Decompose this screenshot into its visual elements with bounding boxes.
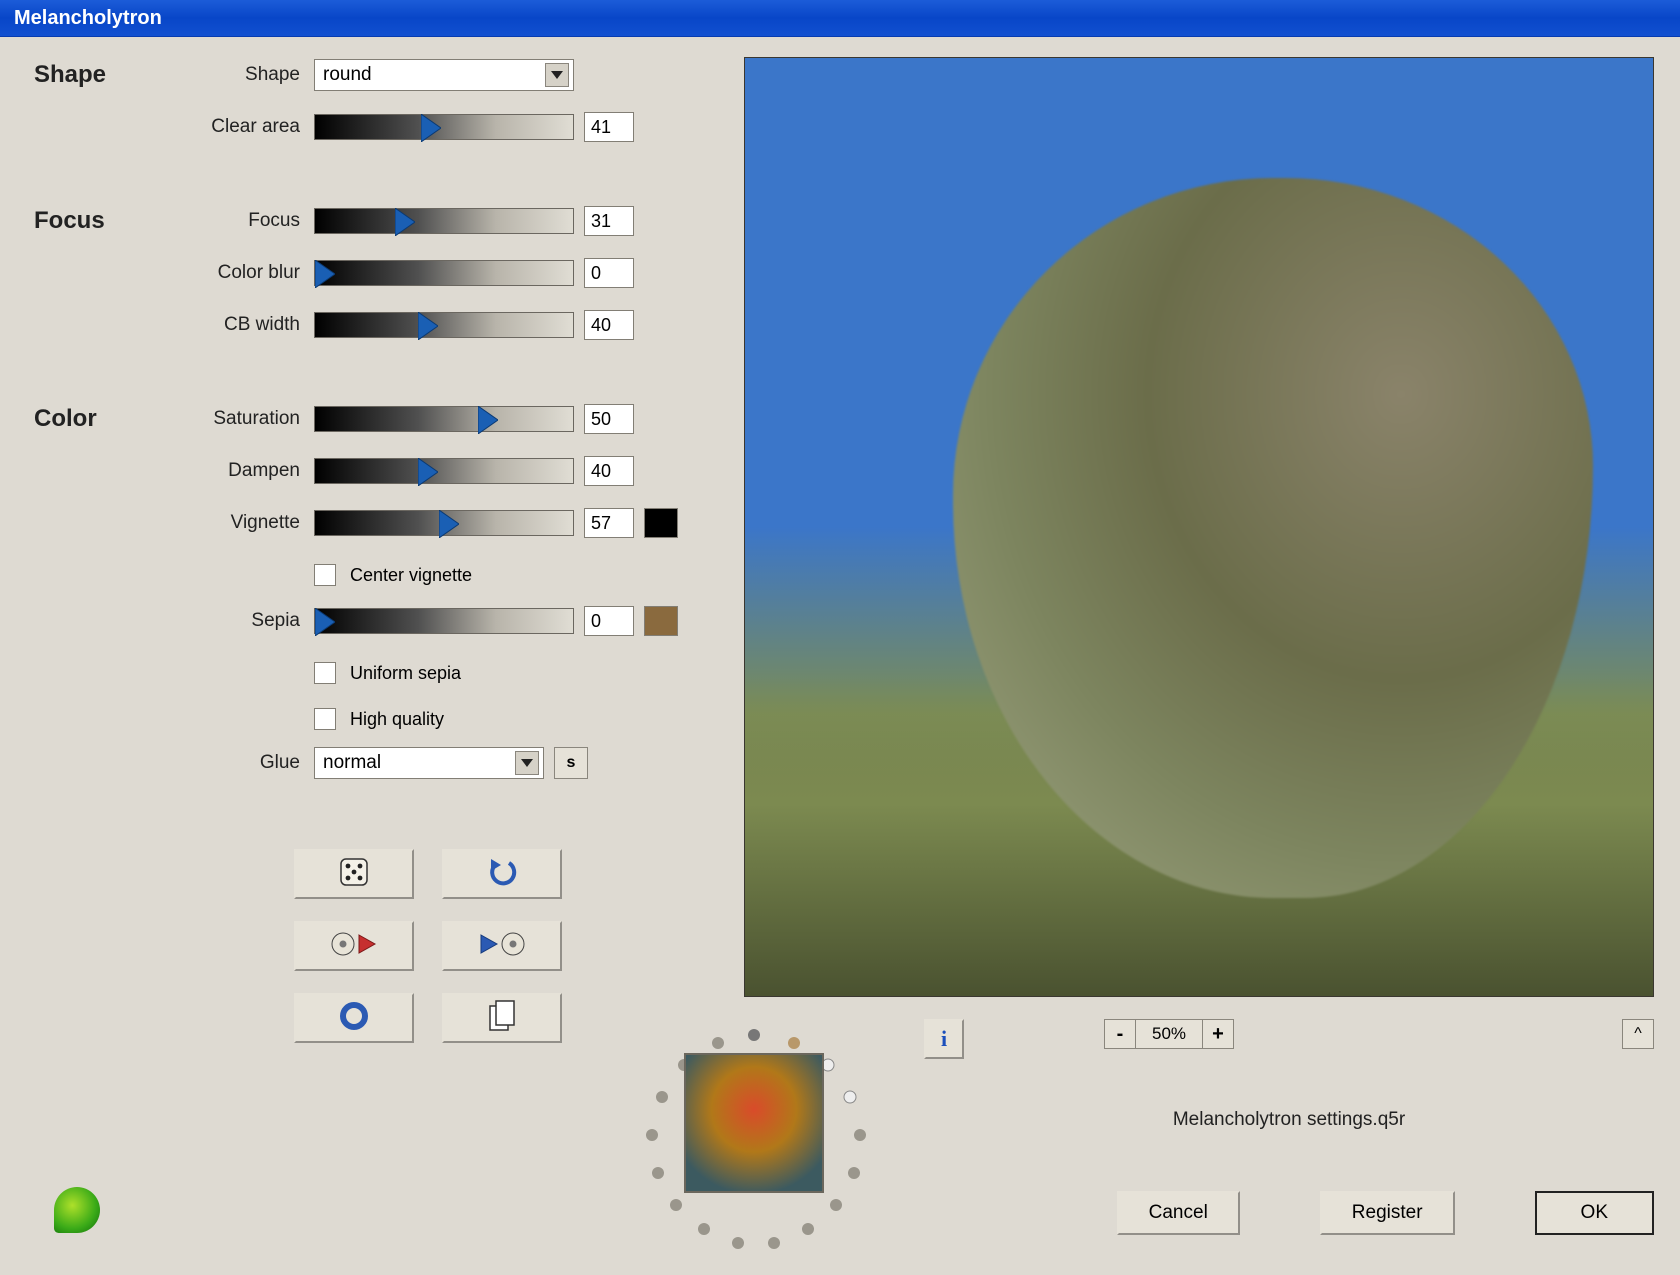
label-saturation: Saturation [174,408,314,430]
random-button[interactable] [294,849,414,899]
slider-thumb-icon[interactable] [395,208,415,236]
group-focus: Focus Focus Color blur [34,203,714,359]
settings-filename: Melancholytron settings.q5r [1173,1109,1405,1130]
label-glue: Glue [174,752,314,774]
bottom-controls: i - 50% + ^ Melancholytron settings.q5r [744,1015,1654,1255]
input-clear-area[interactable] [584,112,634,142]
zoom-control: - 50% + [1104,1019,1234,1049]
glue-s-button[interactable]: s [554,747,588,779]
preview-image[interactable] [744,57,1654,997]
label-sepia: Sepia [174,610,314,632]
slider-clear-area[interactable] [314,114,574,140]
input-saturation[interactable] [584,404,634,434]
label-dampen: Dampen [174,460,314,482]
label-cb-width: CB width [174,314,314,336]
play-cd-button[interactable] [442,921,562,971]
label-uniform-sepia: Uniform sepia [350,663,461,684]
slider-dampen[interactable] [314,458,574,484]
info-button[interactable]: i [924,1019,964,1059]
play-cd-icon [477,929,527,964]
chevron-down-icon[interactable] [515,751,539,775]
slider-cb-width[interactable] [314,312,574,338]
preview-pane: i - 50% + ^ Melancholytron settings.q5r [744,57,1654,1255]
heading-shape: Shape [34,61,174,89]
label-high-quality: High quality [350,709,444,730]
cancel-button[interactable]: Cancel [1117,1191,1240,1235]
slider-thumb-icon[interactable] [421,114,441,142]
heading-focus: Focus [34,207,174,235]
slider-thumb-icon[interactable] [418,312,438,340]
input-cb-width[interactable] [584,310,634,340]
label-vignette: Vignette [174,512,314,534]
label-center-vignette: Center vignette [350,565,472,586]
app-logo-icon [54,1187,100,1233]
heading-color: Color [34,405,174,433]
slider-color-blur[interactable] [314,260,574,286]
label-shape: Shape [174,64,314,86]
thumbnail-ring [624,1015,884,1255]
input-dampen[interactable] [584,456,634,486]
group-color: Color Saturation Dampen [34,401,714,779]
record-button[interactable] [294,993,414,1043]
controls-pane: Shape Shape round Clear area [34,57,714,1255]
ok-button[interactable]: OK [1535,1191,1654,1235]
zoom-out-button[interactable]: - [1104,1019,1136,1049]
slider-saturation[interactable] [314,406,574,432]
tool-buttons [294,849,714,1043]
slider-sepia[interactable] [314,608,574,634]
input-sepia[interactable] [584,606,634,636]
copy-button[interactable] [442,993,562,1043]
dice-icon [337,855,371,894]
group-shape: Shape Shape round Clear area [34,57,714,161]
content-area: Shape Shape round Clear area [0,37,1680,1275]
checkbox-high-quality[interactable] [314,708,336,730]
shape-dropdown-value: round [323,64,372,86]
label-focus: Focus [174,210,314,232]
vignette-color-swatch[interactable] [644,508,678,538]
input-vignette[interactable] [584,508,634,538]
dialog-window: Melancholytron Shape Shape round Clear a… [0,0,1680,1275]
preset-thumbnail[interactable] [684,1053,824,1193]
undo-button[interactable] [442,849,562,899]
undo-icon [485,855,519,894]
label-clear-area: Clear area [174,116,314,138]
input-color-blur[interactable] [584,258,634,288]
slider-thumb-icon[interactable] [315,260,335,288]
glue-dropdown[interactable]: normal [314,747,544,779]
title-bar[interactable]: Melancholytron [0,0,1680,37]
label-color-blur: Color blur [174,262,314,284]
register-button[interactable]: Register [1320,1191,1455,1235]
slider-thumb-icon[interactable] [315,608,335,636]
window-title: Melancholytron [14,7,162,30]
slider-thumb-icon[interactable] [439,510,459,538]
record-icon [339,1001,369,1036]
copy-icon [487,999,517,1038]
slider-vignette[interactable] [314,510,574,536]
slider-thumb-icon[interactable] [478,406,498,434]
checkbox-center-vignette[interactable] [314,564,336,586]
chevron-down-icon[interactable] [545,63,569,87]
cd-play-icon [329,929,379,964]
glue-dropdown-value: normal [323,752,381,774]
sepia-color-swatch[interactable] [644,606,678,636]
expand-button[interactable]: ^ [1622,1019,1654,1049]
cd-play-button[interactable] [294,921,414,971]
shape-dropdown[interactable]: round [314,59,574,91]
input-focus[interactable] [584,206,634,236]
checkbox-uniform-sepia[interactable] [314,662,336,684]
slider-thumb-icon[interactable] [418,458,438,486]
zoom-display: 50% [1136,1019,1202,1049]
slider-focus[interactable] [314,208,574,234]
zoom-in-button[interactable]: + [1202,1019,1234,1049]
